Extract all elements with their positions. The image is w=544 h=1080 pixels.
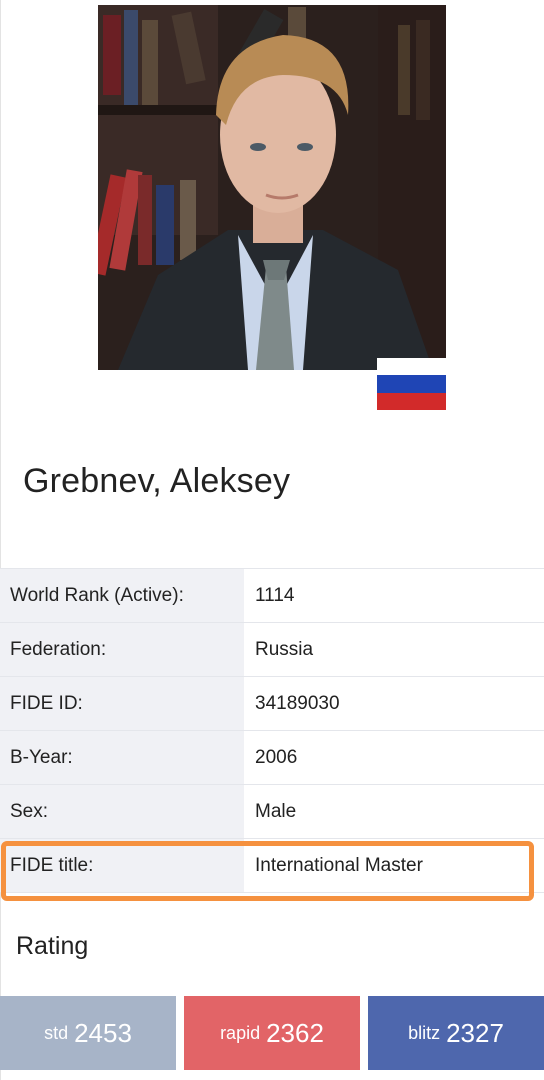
player-photo xyxy=(98,5,446,370)
info-key: FIDE ID: xyxy=(0,677,244,730)
info-value: 2006 xyxy=(244,731,544,784)
rating-value: 2453 xyxy=(74,1017,132,1048)
rating-value: 2362 xyxy=(266,1017,324,1048)
player-info-table: World Rank (Active): 1114 Federation: Ru… xyxy=(0,568,544,893)
info-row-fide-id: FIDE ID: 34189030 xyxy=(0,677,544,731)
rating-tile-std[interactable]: std 2453 xyxy=(0,996,176,1070)
info-row-b-year: B-Year: 2006 xyxy=(0,731,544,785)
info-value: 1114 xyxy=(244,569,544,622)
info-key: Federation: xyxy=(0,623,244,676)
info-row-world-rank: World Rank (Active): 1114 xyxy=(0,569,544,623)
rating-value: 2327 xyxy=(446,1017,504,1048)
rating-label: std xyxy=(44,1022,69,1043)
rating-label: blitz xyxy=(408,1022,441,1043)
rating-heading: Rating xyxy=(16,932,89,960)
info-value: 34189030 xyxy=(244,677,544,730)
info-value: Russia xyxy=(244,623,544,676)
info-value: Male xyxy=(244,785,544,838)
info-key: B-Year: xyxy=(0,731,244,784)
left-edge-line xyxy=(0,0,1,1080)
info-key: FIDE title: xyxy=(0,839,244,892)
info-key: World Rank (Active): xyxy=(0,569,244,622)
rating-tile-rapid[interactable]: rapid 2362 xyxy=(184,996,360,1070)
info-row-fide-title: FIDE title: International Master xyxy=(0,839,544,893)
russia-flag-icon xyxy=(377,358,446,410)
info-value: International Master xyxy=(244,839,544,892)
rating-tiles: std 2453 rapid 2362 blitz 2327 xyxy=(0,996,544,1070)
info-key: Sex: xyxy=(0,785,244,838)
rating-tile-blitz[interactable]: blitz 2327 xyxy=(368,996,544,1070)
player-name: Grebnev, Aleksey xyxy=(23,462,291,500)
info-row-sex: Sex: Male xyxy=(0,785,544,839)
rating-label: rapid xyxy=(220,1022,261,1043)
info-row-federation: Federation: Russia xyxy=(0,623,544,677)
